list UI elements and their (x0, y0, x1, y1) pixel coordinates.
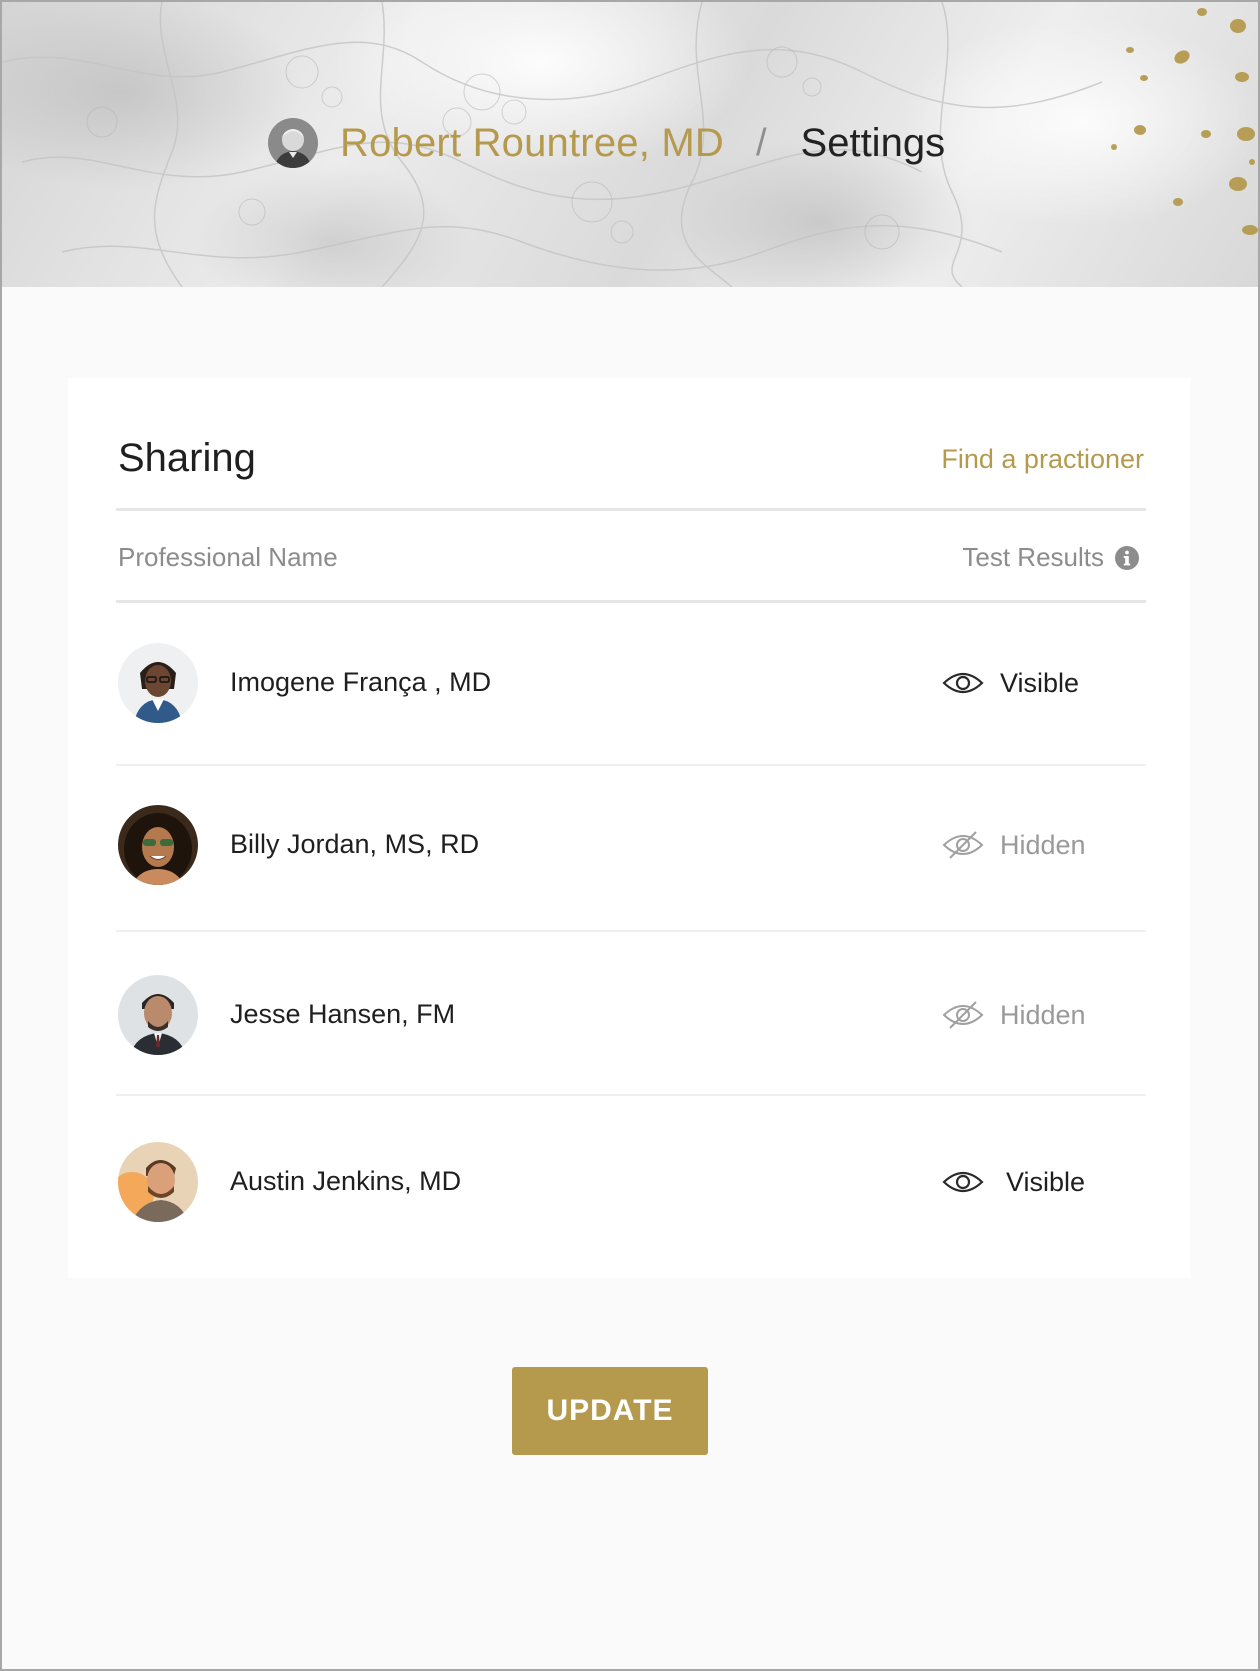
row-divider (116, 1094, 1146, 1096)
visibility-label: Hidden (1000, 829, 1086, 860)
eye-slash-icon (942, 1001, 984, 1029)
eye-icon (942, 1171, 984, 1193)
avatar (118, 805, 198, 885)
professional-name: Jesse Hansen, FM (230, 999, 456, 1029)
visibility-toggle[interactable]: Hidden (942, 995, 1086, 1035)
visibility-label: Visible (1000, 667, 1080, 698)
professional-name: Austin Jenkins, MD (230, 1166, 462, 1196)
sharing-card: Sharing Find a practioner Professional N… (68, 378, 1190, 1278)
section-title: Sharing (118, 436, 256, 480)
visibility-label: Hidden (1000, 999, 1086, 1030)
find-practitioner-link[interactable]: Find a practioner (941, 444, 1144, 475)
gold-splatter (1111, 8, 1258, 235)
column-header-name: Professional Name (118, 542, 338, 572)
row-divider (116, 930, 1146, 932)
divider (116, 508, 1146, 511)
update-button[interactable]: UPDATE (512, 1367, 708, 1455)
professional-row: Imogene França , MD Visible (116, 643, 1146, 723)
info-icon[interactable] (1114, 545, 1140, 571)
user-avatar[interactable] (268, 118, 318, 168)
breadcrumb-separator: / (755, 121, 767, 164)
professional-row: Austin Jenkins, MD Visible (116, 1142, 1146, 1222)
eye-icon (942, 672, 984, 694)
breadcrumb-user-link[interactable]: Robert Rountree, MD (340, 121, 724, 166)
professional-row: Jesse Hansen, FM Hidden (116, 975, 1146, 1055)
visibility-toggle[interactable]: Hidden (942, 825, 1086, 865)
avatar (118, 643, 198, 723)
settings-page: Robert Rountree, MD / Settings Sharing F… (0, 0, 1260, 1671)
row-divider (116, 764, 1146, 766)
professional-name: Billy Jordan, MS, RD (230, 829, 480, 859)
breadcrumb: Robert Rountree, MD / Settings (268, 114, 945, 172)
divider (116, 600, 1146, 603)
visibility-label: Visible (1006, 1166, 1086, 1197)
visibility-toggle[interactable]: Visible (942, 663, 1079, 703)
page-title: Settings (800, 120, 946, 165)
eye-slash-icon (942, 831, 984, 859)
avatar (118, 975, 198, 1055)
header-banner: Robert Rountree, MD / Settings (2, 2, 1258, 287)
professional-row: Billy Jordan, MS, RD Hidden (116, 805, 1146, 885)
visibility-toggle[interactable]: Visible (942, 1162, 1085, 1202)
avatar (118, 1142, 198, 1222)
professional-name: Imogene França , MD (230, 667, 492, 697)
column-header-results-label: Test Results (962, 542, 1104, 572)
column-header-results: Test Results (962, 542, 1140, 573)
